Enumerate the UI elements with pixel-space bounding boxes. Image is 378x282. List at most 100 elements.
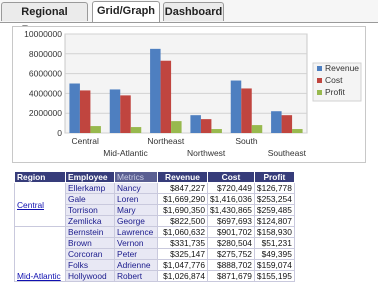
legend-swatch-revenue <box>317 66 322 71</box>
plot-area <box>64 33 308 134</box>
last-name-cell[interactable]: Corcoran <box>65 248 115 260</box>
tab-dashboard[interactable]: Dashboard <box>163 2 224 21</box>
column-header-profit[interactable]: Profit <box>253 171 295 183</box>
bar-profit <box>171 121 182 133</box>
cost-cell: $1,416,036 <box>207 193 255 205</box>
cost-cell: $1,430,865 <box>207 204 255 216</box>
profit-cell: $259,485 <box>253 204 295 216</box>
bar-profit <box>211 129 222 133</box>
first-name-cell[interactable]: Vernon <box>114 237 158 249</box>
bar-revenue <box>271 111 282 133</box>
last-name-cell[interactable]: Bernstein <box>65 226 115 238</box>
cost-cell: $697,693 <box>207 215 255 227</box>
column-header-metrics[interactable]: Metrics <box>114 171 158 183</box>
bar-cost <box>200 119 212 133</box>
x-tick-label: South <box>235 136 257 146</box>
bar-cost <box>79 90 91 133</box>
profit-cell: $158,930 <box>253 226 295 238</box>
y-tick-label: 6000000 <box>29 69 62 79</box>
revenue-cell: $822,500 <box>157 215 208 227</box>
employee-header-label: Employee <box>68 172 108 182</box>
first-name-cell[interactable]: Loren <box>114 193 158 205</box>
revenue-cell: $1,690,350 <box>157 204 208 216</box>
column-header-employee[interactable]: Employee <box>65 171 115 183</box>
legend-label: Profit <box>325 87 345 97</box>
first-name-cell[interactable]: Lawrence <box>114 226 158 238</box>
tab-grid-graph[interactable]: Grid/Graph <box>92 1 160 22</box>
y-tick-label: 10000000 <box>24 29 62 39</box>
revenue-cell: $1,026,874 <box>157 270 208 282</box>
chart-panel: 0 2000000 4000000 6000000 8000000 10000000 Cen… <box>12 26 366 163</box>
y-tick-label: 0 <box>57 128 62 138</box>
last-name-cell[interactable]: Zemlicka <box>65 215 115 227</box>
column-header-revenue[interactable]: Revenue <box>157 171 208 183</box>
tab-regional-revenue[interactable]: Regional Revenue <box>1 2 88 36</box>
profit-cell: $159,074 <box>253 259 295 271</box>
legend-label: Cost <box>325 75 343 85</box>
revenue-cell: $847,227 <box>157 182 208 194</box>
last-name-cell[interactable]: Hollywood <box>65 270 115 282</box>
first-name-cell[interactable]: Robert <box>114 270 158 282</box>
legend-swatch-cost <box>317 78 322 83</box>
profit-cell: $124,807 <box>253 215 295 227</box>
revenue-cell: $1,060,632 <box>157 226 208 238</box>
y-tick-label: 8000000 <box>29 49 62 59</box>
header-row: Region Employee Metrics Revenue Cost Pro… <box>14 171 295 183</box>
x-tick-label: Northeast <box>147 136 184 146</box>
bar-cost <box>160 60 172 134</box>
profit-cell: $49,395 <box>253 248 295 260</box>
column-header-cost[interactable]: Cost <box>207 171 255 183</box>
cost-cell: $888,702 <box>207 259 255 271</box>
data-grid-container: Region Employee Metrics Revenue Cost Pro… <box>14 171 295 282</box>
table-row: Mid-Atlantic Bernstein Lawrence $1,060,632 $… <box>14 226 295 282</box>
first-name-cell[interactable]: Peter <box>114 248 158 260</box>
first-name-cell[interactable]: Adrienne <box>114 259 158 271</box>
y-tick-label: 2000000 <box>29 108 62 118</box>
bar-revenue <box>109 89 121 133</box>
revenue-cell: $331,735 <box>157 237 208 249</box>
data-grid: Region Employee Metrics Revenue Cost Pro… <box>14 171 295 282</box>
revenue-cell: $325,147 <box>157 248 208 260</box>
x-tick-label: Mid-Atlantic <box>103 148 148 158</box>
cost-cell: $275,752 <box>207 248 255 260</box>
last-name-cell[interactable]: Gale <box>65 193 115 205</box>
profit-cell: $51,231 <box>253 237 295 249</box>
x-tick-label: Central <box>71 136 99 146</box>
table-row: Central Ellerkamp Nancy $847,227 $720,449 $12… <box>14 182 295 227</box>
last-name-cell[interactable]: Folks <box>65 259 115 271</box>
last-name-cell[interactable]: Torrison <box>65 204 115 216</box>
bar-cost <box>120 95 131 133</box>
bar-profit <box>90 126 101 133</box>
revenue-cell: $1,047,776 <box>157 259 208 271</box>
cost-cell: $871,679 <box>207 270 255 282</box>
legend-swatch-profit <box>317 90 322 95</box>
region-link[interactable]: Central <box>14 182 66 227</box>
bar-cost <box>241 88 252 133</box>
revenue-cell: $1,669,290 <box>157 193 208 205</box>
first-name-cell[interactable]: George <box>114 215 158 227</box>
bar-revenue <box>230 80 242 133</box>
x-tick-label: Southeast <box>268 148 307 158</box>
profit-cell: $126,778 <box>253 182 295 194</box>
bar-chart: 0 2000000 4000000 6000000 8000000 10000000 Cen… <box>24 29 362 158</box>
profit-cell: $253,254 <box>253 193 295 205</box>
column-header-region[interactable]: Region <box>14 171 66 183</box>
cost-cell: $280,504 <box>207 237 255 249</box>
bar-revenue <box>150 48 161 133</box>
legend-label: Revenue <box>325 63 359 73</box>
bar-cost <box>281 115 293 133</box>
first-name-cell[interactable]: Nancy <box>114 182 158 194</box>
last-name-cell[interactable]: Brown <box>65 237 115 249</box>
first-name-cell[interactable]: Mary <box>114 204 158 216</box>
region-link[interactable]: Mid-Atlantic <box>14 226 66 282</box>
bar-profit <box>292 129 303 133</box>
x-tick-label: Northwest <box>187 148 226 158</box>
tab-bar: Regional Revenue Grid/Graph Dashboard <box>0 0 378 36</box>
cost-cell: $901,702 <box>207 226 255 238</box>
last-name-cell[interactable]: Ellerkamp <box>65 182 115 194</box>
bar-profit <box>251 125 263 133</box>
profit-cell: $155,195 <box>253 270 295 282</box>
bar-revenue <box>69 83 80 133</box>
y-tick-label: 4000000 <box>29 88 62 98</box>
bar-revenue <box>190 115 201 133</box>
